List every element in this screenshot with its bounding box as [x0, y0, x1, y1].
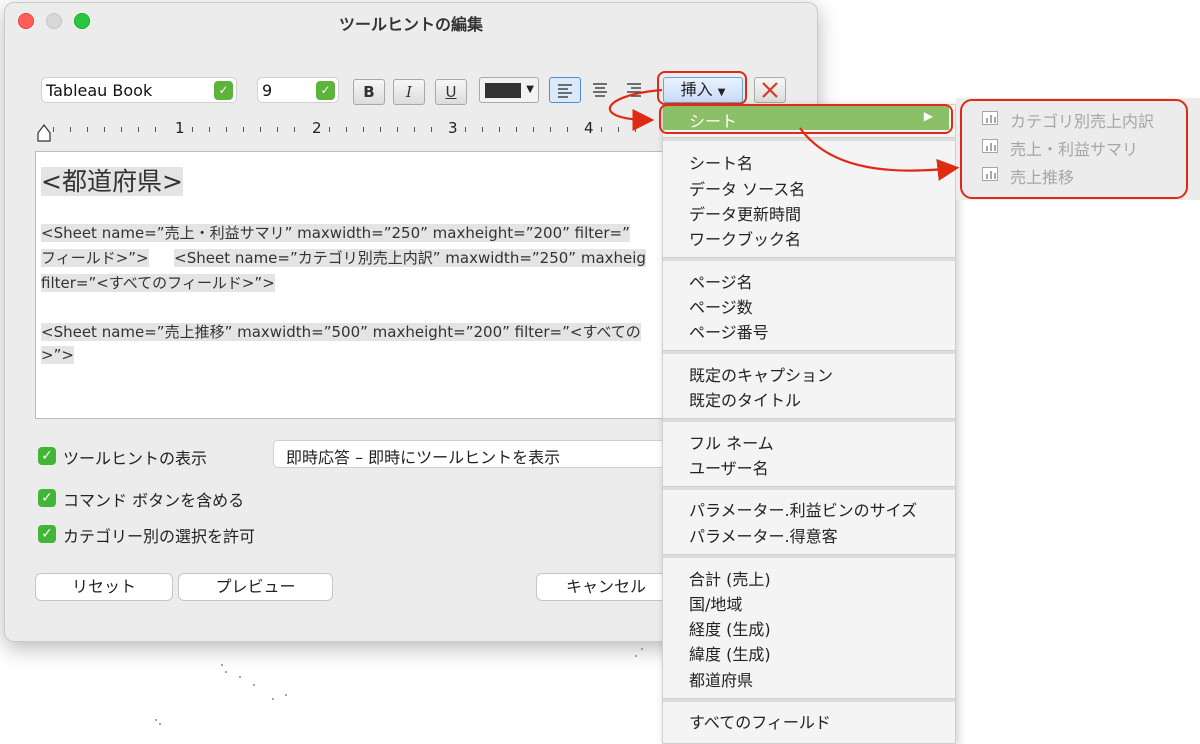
include-command-buttons-checkbox[interactable]: ✓: [38, 489, 56, 507]
annotation-box-sheet: [659, 104, 953, 134]
font-size-select[interactable]: 9 ✓: [257, 77, 339, 103]
tooltip-mode-select[interactable]: 即時応答 – 即時にツールヒントを表示: [273, 440, 693, 468]
menu-separator: [663, 698, 955, 702]
menu-item[interactable]: ページ数: [689, 294, 753, 318]
dialog-title: ツールヒントの編集: [338, 15, 483, 34]
show-tooltip-checkbox[interactable]: ✓: [38, 447, 56, 465]
underline-button[interactable]: U: [435, 79, 467, 105]
font-family-select[interactable]: Tableau Book ✓: [41, 77, 237, 103]
allow-category-selection-label: カテゴリー別の選択を許可: [63, 527, 256, 546]
menu-item[interactable]: 既定のタイトル: [689, 387, 801, 411]
allow-category-selection-checkbox[interactable]: ✓: [38, 525, 56, 543]
menu-item[interactable]: ワークブック名: [689, 226, 801, 250]
menu-separator: [663, 257, 955, 261]
include-command-buttons-label: コマンド ボタンを含める: [63, 491, 245, 510]
menu-item[interactable]: 合計 (売上): [689, 566, 771, 590]
clear-button[interactable]: [754, 77, 786, 103]
tooltip-mode-value: 即時応答 – 即時にツールヒントを表示: [286, 448, 561, 467]
menu-item[interactable]: ページ名: [689, 269, 753, 293]
font-family-value: Tableau Book: [46, 81, 153, 100]
editor-heading: <都道府県>: [41, 167, 183, 196]
align-left-button[interactable]: [549, 77, 581, 103]
menu-item[interactable]: シート名: [689, 150, 753, 174]
menu-separator: [663, 137, 955, 141]
align-right-icon: [627, 83, 641, 97]
ruler: 1 2 3 4: [37, 119, 677, 143]
menu-separator: [663, 418, 955, 422]
chevron-down-icon: ✓: [214, 81, 233, 100]
menu-separator: [663, 554, 955, 558]
align-right-button[interactable]: [619, 77, 651, 103]
ruler-number: 1: [175, 119, 185, 137]
menu-separator: [663, 486, 955, 490]
dropdown-arrow-icon: ▼: [526, 84, 534, 95]
menu-item[interactable]: 既定のキャプション: [689, 362, 833, 386]
align-center-button[interactable]: [585, 77, 617, 103]
menu-item[interactable]: データ ソース名: [689, 176, 805, 200]
editor-line: >”>: [41, 346, 74, 364]
annotation-box-submenu: [960, 99, 1188, 199]
menu-item[interactable]: パラメーター.得意客: [689, 523, 838, 547]
menu-item[interactable]: ユーザー名: [689, 455, 769, 479]
menu-item[interactable]: すべてのフィールド: [689, 709, 831, 733]
menu-item[interactable]: 都道府県: [689, 667, 753, 691]
show-tooltip-label: ツールヒントの表示: [63, 449, 208, 468]
bold-button[interactable]: B: [353, 79, 385, 105]
indent-marker-icon[interactable]: [37, 121, 51, 143]
insert-menu: シート ▶ シート名 データ ソース名 データ更新時間 ワークブック名 ページ名…: [662, 104, 956, 744]
menu-separator: [663, 350, 955, 354]
cancel-button[interactable]: キャンセル: [536, 573, 676, 601]
ruler-number: 4: [584, 119, 594, 137]
editor-line: フィールド>”>: [41, 249, 149, 267]
menu-item[interactable]: データ更新時間: [689, 201, 801, 225]
ruler-number: 2: [312, 119, 322, 137]
text-color-picker[interactable]: ▼: [479, 77, 539, 103]
preview-button[interactable]: プレビュー: [178, 573, 333, 601]
menu-item[interactable]: ページ番号: [689, 319, 769, 343]
font-size-value: 9: [262, 81, 273, 100]
menu-item[interactable]: フル ネーム: [689, 430, 774, 454]
menu-item[interactable]: 緯度 (生成): [689, 641, 771, 665]
reset-button[interactable]: リセット: [35, 573, 173, 601]
map-fragment: [155, 648, 643, 725]
align-center-icon: [593, 83, 607, 97]
align-left-icon: [558, 84, 572, 98]
ruler-number: 3: [448, 119, 458, 137]
editor-line: <Sheet name=”売上・利益サマリ” maxwidth=”250” ma…: [41, 224, 630, 242]
editor-line: <Sheet name=”カテゴリ別売上内訳” maxwidth=”250” m…: [174, 249, 646, 267]
menu-item[interactable]: 国/地域: [689, 591, 742, 615]
menu-item[interactable]: 経度 (生成): [689, 616, 771, 640]
editor-line: <Sheet name=”売上推移” maxwidth=”500” maxhei…: [41, 323, 641, 341]
italic-button[interactable]: I: [393, 79, 425, 105]
close-icon: [762, 82, 778, 98]
editor-line: filter=”<すべてのフィールド>”>: [41, 274, 275, 292]
chevron-down-icon: ✓: [316, 81, 335, 100]
tooltip-editor[interactable]: <都道府県> <Sheet name=”売上・利益サマリ” maxwidth=”…: [35, 151, 695, 419]
annotation-box-insert: [657, 71, 747, 105]
color-swatch: [485, 83, 521, 98]
menu-item[interactable]: パラメーター.利益ビンのサイズ: [689, 497, 917, 521]
